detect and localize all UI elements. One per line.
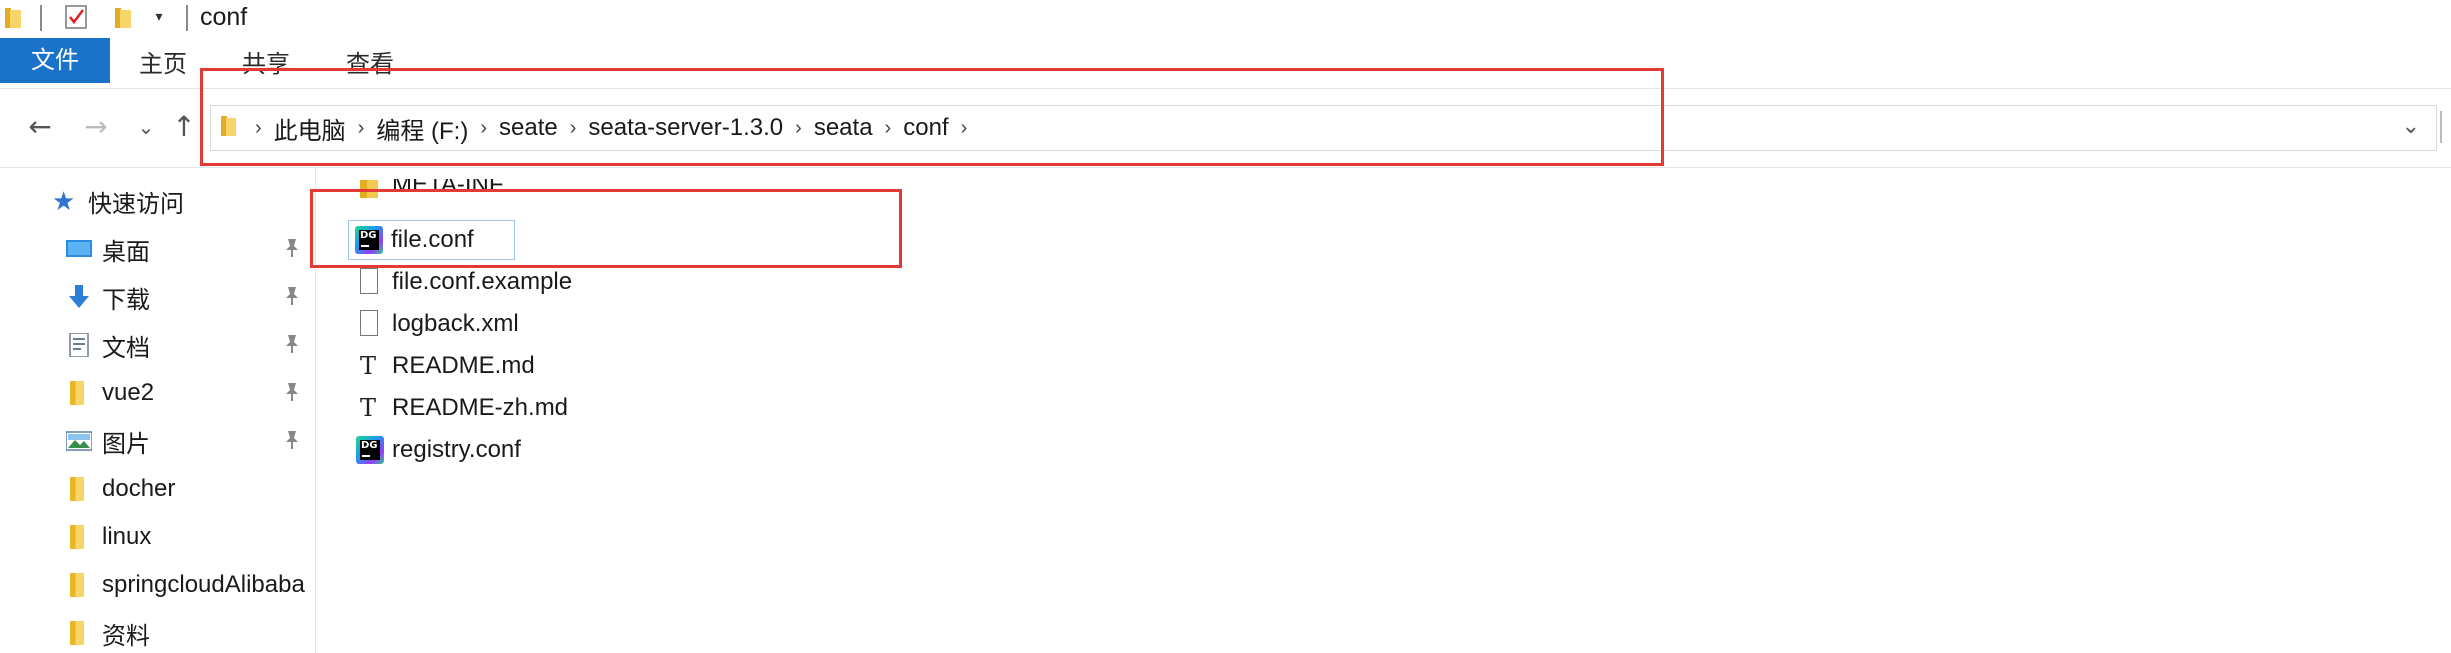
- sidebar-item-downloads[interactable]: 下载: [66, 275, 150, 319]
- sidebar-item-pictures[interactable]: 图片: [65, 419, 150, 463]
- document-icon: [66, 332, 92, 358]
- sidebar-item-docher[interactable]: docher: [66, 467, 175, 511]
- folder-icon: [66, 477, 92, 501]
- list-item[interactable]: DG registry.conf: [356, 431, 521, 469]
- folder-icon: [66, 621, 92, 645]
- desktop-icon: [66, 237, 92, 261]
- file-name: logback.xml: [392, 310, 519, 337]
- pin-icon[interactable]: [283, 382, 303, 404]
- breadcrumb-separator[interactable]: ›: [480, 117, 487, 140]
- file-icon: [356, 309, 384, 339]
- breadcrumb-separator[interactable]: ›: [885, 117, 892, 140]
- pictures-icon: [65, 429, 93, 453]
- recent-locations-button[interactable]: ⌄: [128, 109, 164, 145]
- back-button[interactable]: ←: [22, 109, 58, 145]
- properties-checklist-icon[interactable]: [64, 4, 88, 30]
- star-icon: ★: [52, 186, 76, 216]
- list-item[interactable]: T README.md: [356, 347, 535, 385]
- pin-icon[interactable]: [283, 286, 303, 308]
- folder-icon: [221, 115, 237, 137]
- sidebar-item-desktop[interactable]: 桌面: [66, 227, 150, 271]
- sidebar-item-linux[interactable]: linux: [66, 515, 151, 559]
- tab-share[interactable]: 共享: [242, 38, 290, 83]
- new-folder-icon[interactable]: [114, 6, 132, 28]
- navigation-pane: ★ 快速访问 桌面 下载 文档 vue2 图片 docher linux spr…: [0, 167, 316, 653]
- sidebar-item-label: vue2: [102, 379, 155, 406]
- folder-icon[interactable]: [4, 6, 22, 28]
- tab-view[interactable]: 查看: [346, 38, 394, 83]
- window-title: conf: [200, 3, 248, 31]
- file-name: META-INF: [392, 179, 504, 198]
- file-list: META-INF DG file.conf file.conf.example …: [316, 167, 2451, 653]
- toolbar-separator: [40, 5, 42, 31]
- address-row: ← → ⌄ ↑ › 此电脑 › 编程 (F:) › seate › seata-…: [0, 88, 2451, 168]
- sidebar-item-quick-access[interactable]: ★ 快速访问: [52, 179, 184, 223]
- address-bar[interactable]: › 此电脑 › 编程 (F:) › seate › seata-server-1…: [210, 105, 2437, 151]
- pin-icon[interactable]: [283, 430, 303, 452]
- file-name: file.conf: [391, 226, 474, 253]
- sidebar-item-label: 资料: [102, 622, 150, 650]
- sidebar-item-springcloudalibaba[interactable]: springcloudAlibaba: [66, 563, 305, 607]
- pin-icon[interactable]: [283, 334, 303, 356]
- datagrip-icon: DG: [355, 225, 383, 255]
- sidebar-item-vue2[interactable]: vue2: [66, 371, 154, 415]
- sidebar-item-label: docher: [102, 475, 176, 502]
- datagrip-icon: DG: [356, 435, 384, 465]
- folder-icon: [356, 179, 384, 199]
- sidebar-item-label: 文档: [102, 334, 150, 362]
- list-item[interactable]: file.conf.example: [356, 263, 572, 301]
- list-item[interactable]: DG file.conf: [348, 220, 515, 260]
- breadcrumb-seata[interactable]: seata: [814, 114, 873, 142]
- breadcrumb-separator[interactable]: ›: [358, 117, 365, 140]
- refresh-button[interactable]: [2440, 111, 2446, 143]
- file-icon: [356, 267, 384, 297]
- customize-dropdown-icon[interactable]: ▾: [152, 6, 166, 28]
- download-icon: [66, 285, 92, 309]
- list-item[interactable]: META-INF: [356, 179, 504, 199]
- tab-file[interactable]: 文件: [0, 38, 110, 83]
- breadcrumb-conf[interactable]: conf: [903, 114, 948, 142]
- file-name: registry.conf: [392, 436, 521, 463]
- sidebar-item-label: springcloudAlibaba: [102, 571, 305, 598]
- toolbar-separator: [186, 5, 188, 31]
- breadcrumb-separator[interactable]: ›: [570, 117, 577, 140]
- ribbon-tabs: 文件 主页 共享 查看: [0, 38, 2451, 88]
- file-name: file.conf.example: [392, 268, 573, 295]
- pin-icon[interactable]: [283, 238, 303, 260]
- breadcrumb-this-pc[interactable]: 此电脑: [274, 111, 346, 146]
- sidebar-item-label: 快速访问: [88, 190, 184, 218]
- title-bar: ▾ conf: [0, 0, 2451, 36]
- sidebar-item-documents[interactable]: 文档: [66, 323, 150, 367]
- breadcrumb-separator[interactable]: ›: [795, 117, 802, 140]
- sidebar-item-label: 下载: [102, 286, 150, 314]
- forward-button[interactable]: →: [78, 109, 114, 145]
- chevron-down-icon[interactable]: ⌄: [2402, 114, 2420, 139]
- sidebar-item-label: 图片: [102, 430, 150, 458]
- file-name: README.md: [392, 352, 535, 379]
- list-item[interactable]: T README-zh.md: [356, 389, 568, 427]
- folder-icon: [66, 525, 92, 549]
- sidebar-item-label: linux: [102, 523, 152, 550]
- up-button[interactable]: ↑: [166, 109, 202, 145]
- breadcrumb: › 此电脑 › 编程 (F:) › seate › seata-server-1…: [255, 106, 979, 150]
- breadcrumb-seate[interactable]: seate: [499, 114, 558, 142]
- file-name: README-zh.md: [392, 394, 569, 421]
- sidebar-item-label: 桌面: [102, 238, 150, 266]
- breadcrumb-separator[interactable]: ›: [961, 117, 968, 140]
- breadcrumb-drive-f[interactable]: 编程 (F:): [376, 111, 468, 146]
- text-file-icon: T: [360, 394, 377, 422]
- breadcrumb-separator[interactable]: ›: [255, 117, 262, 140]
- list-item[interactable]: logback.xml: [356, 305, 519, 343]
- folder-icon: [66, 573, 92, 597]
- text-file-icon: T: [360, 352, 377, 380]
- folder-icon: [66, 381, 92, 405]
- breadcrumb-seata-server[interactable]: seata-server-1.3.0: [588, 114, 783, 142]
- sidebar-item-materials[interactable]: 资料: [66, 611, 150, 653]
- tab-home[interactable]: 主页: [139, 38, 187, 83]
